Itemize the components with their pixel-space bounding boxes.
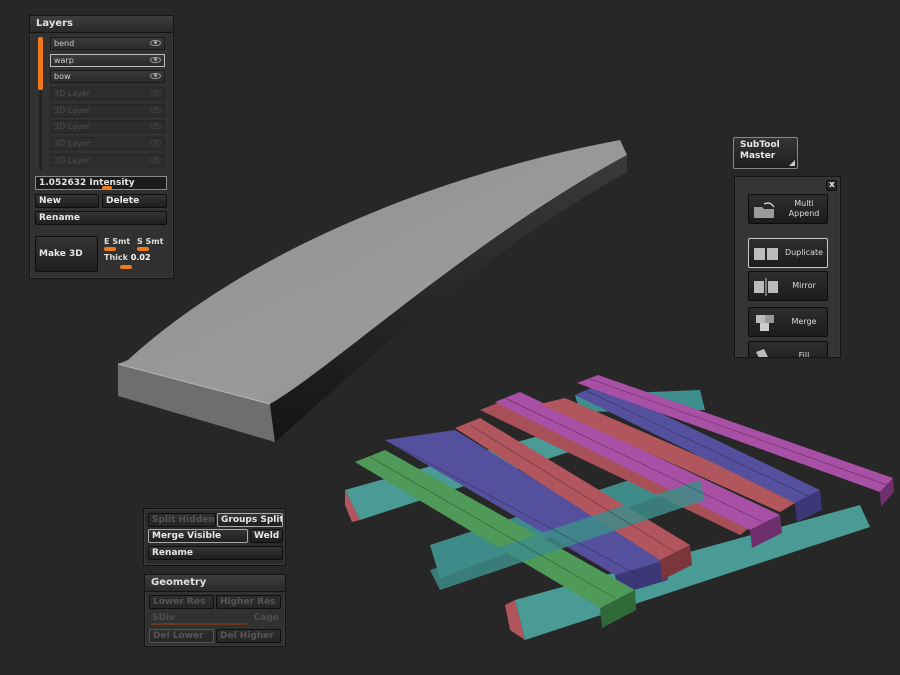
layer-name: 3D Layer — [54, 156, 91, 165]
layer-name: warp — [54, 56, 74, 65]
layer-name: bend — [54, 39, 75, 48]
cage-label: Cage — [253, 613, 279, 623]
multi-append-button[interactable]: Multi Append — [748, 194, 828, 224]
thick-slider[interactable]: Thick 0.02 — [104, 253, 166, 269]
layer-item-empty[interactable]: 3D Layer — [50, 120, 165, 133]
eye-icon[interactable] — [150, 107, 161, 113]
eye-icon[interactable] — [150, 157, 161, 163]
eye-icon[interactable] — [150, 123, 161, 129]
new-layer-button[interactable]: New — [35, 194, 99, 208]
layer-item-bend[interactable]: bend — [50, 37, 165, 50]
eye-icon[interactable] — [150, 140, 161, 146]
multi-append-label: Multi Append — [788, 199, 820, 218]
merge-visible-button[interactable]: Merge Visible — [148, 529, 248, 543]
eye-icon[interactable] — [150, 40, 161, 46]
layer-name: 3D Layer — [54, 122, 91, 131]
del-lower-button[interactable]: Del Lower — [149, 629, 214, 643]
e-smt-label: E Smt — [104, 237, 131, 246]
subtool-split-panel: Split Hidden Groups Split Merge Visible … — [143, 508, 286, 566]
merge-label: Merge — [791, 317, 817, 326]
mirror-button[interactable]: Mirror — [748, 271, 828, 301]
layer-scroll-indicator[interactable] — [38, 37, 43, 90]
fill-label: Fill — [798, 351, 810, 358]
layer-name: 3D Layer — [54, 139, 91, 148]
fill-button[interactable]: Fill — [748, 341, 828, 358]
layers-panel-title: Layers — [30, 16, 173, 33]
merge-cubes-icon — [756, 315, 774, 331]
make-3d-button[interactable]: Make 3D — [35, 236, 98, 272]
thick-label: Thick — [104, 253, 128, 262]
geometry-panel-title: Geometry — [145, 575, 285, 592]
layer-name: bow — [54, 72, 71, 81]
stick-pile-mesh — [345, 375, 894, 640]
s-smt-knob[interactable] — [137, 247, 149, 251]
sdiv-label: SDiv — [152, 613, 175, 623]
groups-split-button[interactable]: Groups Split — [217, 513, 283, 527]
delete-layer-button[interactable]: Delete — [102, 194, 167, 208]
close-panel-button[interactable]: x — [826, 180, 837, 191]
layer-name: 3D Layer — [54, 89, 91, 98]
layer-item-empty[interactable]: 3D Layer — [50, 104, 165, 117]
folder-append-icon — [754, 202, 775, 218]
intensity-label: 1.052632 Intensity — [39, 178, 135, 188]
layer-item-warp[interactable]: warp — [50, 54, 165, 67]
higher-res-button[interactable]: Higher Res — [216, 595, 281, 609]
bent-plank-mesh — [117, 140, 627, 442]
e-smt-knob[interactable] — [104, 247, 116, 251]
layer-item-empty[interactable]: 3D Layer — [50, 137, 165, 150]
weld-toggle[interactable]: Weld — [250, 529, 283, 543]
subtool-master-label: SubTool Master — [740, 140, 780, 161]
duplicate-label: Duplicate — [784, 248, 824, 257]
split-hidden-button[interactable]: Split Hidden — [148, 513, 216, 527]
corner-arrow-icon — [789, 160, 795, 166]
eye-icon[interactable] — [150, 90, 161, 96]
subtool-master-button[interactable]: SubTool Master — [733, 137, 798, 169]
layer-item-empty[interactable]: 3D Layer — [50, 154, 165, 167]
layer-item-bow[interactable]: bow — [50, 70, 165, 83]
subtool-master-panel: x Multi Append Duplicate Mirror Merge Fi… — [734, 176, 841, 358]
duplicate-cubes-icon — [754, 248, 778, 260]
del-higher-button[interactable]: Del Higher — [216, 629, 281, 643]
geometry-panel: Geometry Lower Res Higher Res SDiv Cage … — [144, 574, 286, 647]
mirror-label: Mirror — [792, 281, 816, 290]
rename-layer-button[interactable]: Rename — [35, 211, 167, 225]
merge-button[interactable]: Merge — [748, 307, 828, 337]
e-smt-slider[interactable]: E Smt — [104, 237, 136, 251]
sdiv-slider[interactable]: SDiv Cage — [149, 612, 281, 626]
eye-icon[interactable] — [150, 57, 161, 63]
thick-value: 0.02 — [130, 253, 151, 262]
mirror-cubes-icon — [754, 278, 778, 296]
rename-subtool-button[interactable]: Rename — [148, 546, 283, 560]
s-smt-slider[interactable]: S Smt — [137, 237, 169, 251]
layer-scroll-track[interactable] — [39, 90, 42, 170]
layer-item-empty[interactable]: 3D Layer — [50, 87, 165, 100]
thick-knob[interactable] — [120, 265, 132, 269]
lower-res-button[interactable]: Lower Res — [149, 595, 214, 609]
sdiv-track — [151, 623, 247, 625]
duplicate-button[interactable]: Duplicate — [748, 238, 828, 268]
eye-icon[interactable] — [150, 73, 161, 79]
s-smt-label: S Smt — [137, 237, 164, 246]
intensity-slider[interactable]: 1.052632 Intensity — [35, 176, 167, 190]
layers-panel: Layers bend warp bow 3D Layer 3D Layer 3… — [29, 15, 174, 279]
fill-bucket-icon — [756, 349, 768, 357]
layer-name: 3D Layer — [54, 106, 91, 115]
intensity-knob[interactable] — [102, 186, 112, 190]
